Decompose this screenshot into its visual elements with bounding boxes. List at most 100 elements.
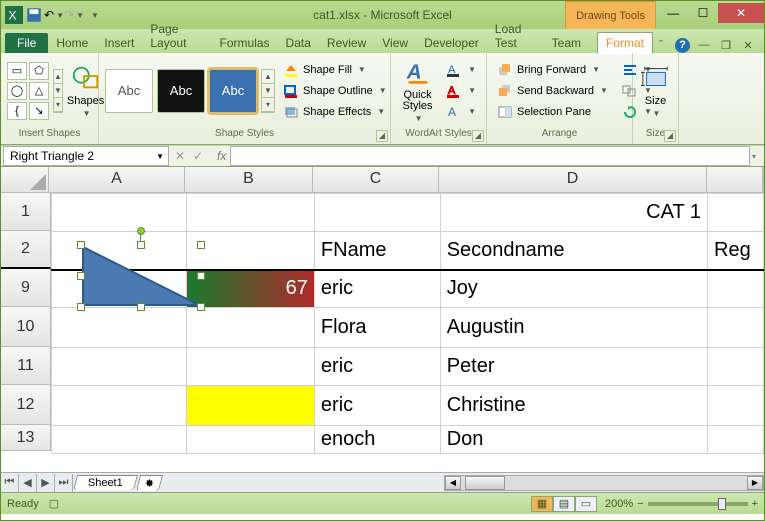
cell[interactable]: eric xyxy=(314,386,440,426)
tab-data[interactable]: Data xyxy=(278,33,319,53)
page-layout-view-icon[interactable]: ▤ xyxy=(553,496,575,512)
redo-icon[interactable]: ↷▼ xyxy=(65,6,83,24)
zoom-level[interactable]: 200% xyxy=(605,498,633,510)
cell[interactable] xyxy=(708,194,764,232)
tab-home[interactable]: Home xyxy=(48,33,96,53)
cell[interactable]: 67 xyxy=(187,270,315,308)
row-header[interactable]: 10 xyxy=(1,307,51,347)
next-sheet-icon[interactable]: ▶ xyxy=(37,474,55,492)
text-effects-button[interactable]: A▼ xyxy=(442,102,480,122)
undo-icon[interactable]: ↶▼ xyxy=(45,6,63,24)
cell[interactable] xyxy=(187,348,315,386)
shape-fill-button[interactable]: Shape Fill▼ xyxy=(279,60,391,80)
worksheet-area[interactable]: ABCD 12910111213 CAT 1FNameSecondnameReg… xyxy=(1,167,764,472)
page-break-view-icon[interactable]: ▭ xyxy=(575,496,597,512)
enter-formula-icon[interactable]: ✓ xyxy=(193,149,209,163)
resize-handle[interactable] xyxy=(77,241,85,249)
resize-handle[interactable] xyxy=(197,303,205,311)
cell[interactable]: Don xyxy=(440,426,707,454)
text-fill-button[interactable]: A▼ xyxy=(442,60,480,80)
tab-team[interactable]: Team xyxy=(544,33,589,53)
cells-grid[interactable]: CAT 1FNameSecondnameReg67ericJoyFloraAug… xyxy=(51,193,764,454)
new-sheet-button[interactable]: ✸ xyxy=(136,475,164,491)
row-header[interactable]: 1 xyxy=(1,193,51,231)
shape-effects-button[interactable]: Shape Effects▼ xyxy=(279,102,391,122)
rotation-handle[interactable] xyxy=(137,227,145,235)
cell[interactable] xyxy=(187,194,315,232)
resize-handle[interactable] xyxy=(77,303,85,311)
scroll-left-icon[interactable]: ◀ xyxy=(445,476,461,490)
tab-insert[interactable]: Insert xyxy=(96,33,142,53)
text-outline-button[interactable]: A▼ xyxy=(442,81,480,101)
excel-icon[interactable]: X xyxy=(5,6,23,24)
cancel-formula-icon[interactable]: ✕ xyxy=(175,149,191,163)
scroll-thumb[interactable] xyxy=(465,476,505,490)
style-gallery[interactable]: Abc Abc Abc ▲▼▾ xyxy=(105,69,275,113)
normal-view-icon[interactable]: ▦ xyxy=(531,496,553,512)
tab-load-test[interactable]: Load Test xyxy=(487,19,544,53)
cell[interactable] xyxy=(708,426,764,454)
file-tab[interactable]: File xyxy=(5,33,48,53)
help-icon[interactable]: ? xyxy=(675,38,690,53)
style-dark[interactable]: Abc xyxy=(157,69,205,113)
qat-customize-icon[interactable]: ▼ xyxy=(85,6,103,24)
tab-format[interactable]: Format xyxy=(597,32,653,54)
cell[interactable]: Peter xyxy=(440,348,707,386)
cell[interactable]: Joy xyxy=(440,270,707,308)
cell[interactable]: eric xyxy=(314,270,440,308)
select-all-corner[interactable] xyxy=(1,167,49,193)
cell[interactable] xyxy=(708,308,764,348)
last-sheet-icon[interactable]: ⏭ xyxy=(55,474,73,492)
zoom-out-icon[interactable]: − xyxy=(637,498,643,510)
cell[interactable]: eric xyxy=(314,348,440,386)
prev-sheet-icon[interactable]: ◀ xyxy=(19,474,37,492)
expand-formula-bar-icon[interactable]: ▾ xyxy=(752,152,762,161)
workbook-minimize-icon[interactable]: — xyxy=(696,37,712,53)
gallery-scroll[interactable]: ▲▼▾ xyxy=(53,69,63,113)
tab-formulas[interactable]: Formulas xyxy=(212,33,278,53)
workbook-restore-icon[interactable]: ❐ xyxy=(718,37,734,53)
cell[interactable] xyxy=(52,386,187,426)
sheet-tab[interactable]: Sheet1 xyxy=(73,475,138,490)
fx-icon[interactable]: fx xyxy=(213,149,230,163)
cell[interactable] xyxy=(708,270,764,308)
shapes-gallery[interactable]: ▭⬠ ◯△ {↘ xyxy=(7,62,49,120)
selection-pane-button[interactable]: Selection Pane xyxy=(493,102,612,122)
cell[interactable]: CAT 1 xyxy=(440,194,707,232)
cell[interactable] xyxy=(187,426,315,454)
bring-forward-button[interactable]: Bring Forward▼ xyxy=(493,60,612,80)
macro-record-icon[interactable]: ▢ xyxy=(49,497,59,510)
resize-handle[interactable] xyxy=(137,303,145,311)
column-header[interactable]: C xyxy=(313,167,439,193)
cell[interactable]: Reg xyxy=(708,232,764,270)
maximize-button[interactable]: ☐ xyxy=(688,3,718,23)
dialog-launcher-icon[interactable]: ◢ xyxy=(664,130,676,142)
size-button[interactable]: Size▼ xyxy=(639,58,672,124)
cell[interactable] xyxy=(52,348,187,386)
workbook-close-icon[interactable]: ✕ xyxy=(740,37,756,53)
column-header[interactable]: B xyxy=(185,167,313,193)
zoom-slider-thumb[interactable] xyxy=(718,498,726,510)
cell[interactable] xyxy=(52,194,187,232)
send-backward-button[interactable]: Send Backward▼ xyxy=(493,81,612,101)
zoom-in-icon[interactable]: + xyxy=(752,498,758,510)
resize-handle[interactable] xyxy=(197,272,205,280)
cell[interactable] xyxy=(187,232,315,270)
tab-view[interactable]: View xyxy=(374,33,416,53)
zoom-slider[interactable] xyxy=(648,502,748,506)
right-triangle-shape[interactable] xyxy=(81,245,201,307)
style-light[interactable]: Abc xyxy=(105,69,153,113)
row-header[interactable]: 11 xyxy=(1,347,51,385)
resize-handle[interactable] xyxy=(137,241,145,249)
resize-handle[interactable] xyxy=(197,241,205,249)
style-blue[interactable]: Abc xyxy=(209,69,257,113)
minimize-button[interactable]: — xyxy=(658,3,688,23)
cell[interactable] xyxy=(187,386,315,426)
save-icon[interactable] xyxy=(25,6,43,24)
row-header[interactable]: 12 xyxy=(1,385,51,425)
column-header[interactable]: A xyxy=(49,167,185,193)
dialog-launcher-icon[interactable]: ◢ xyxy=(376,130,388,142)
cell[interactable]: Christine xyxy=(440,386,707,426)
row-header[interactable]: 13 xyxy=(1,425,51,451)
first-sheet-icon[interactable]: ⏮ xyxy=(1,474,19,492)
